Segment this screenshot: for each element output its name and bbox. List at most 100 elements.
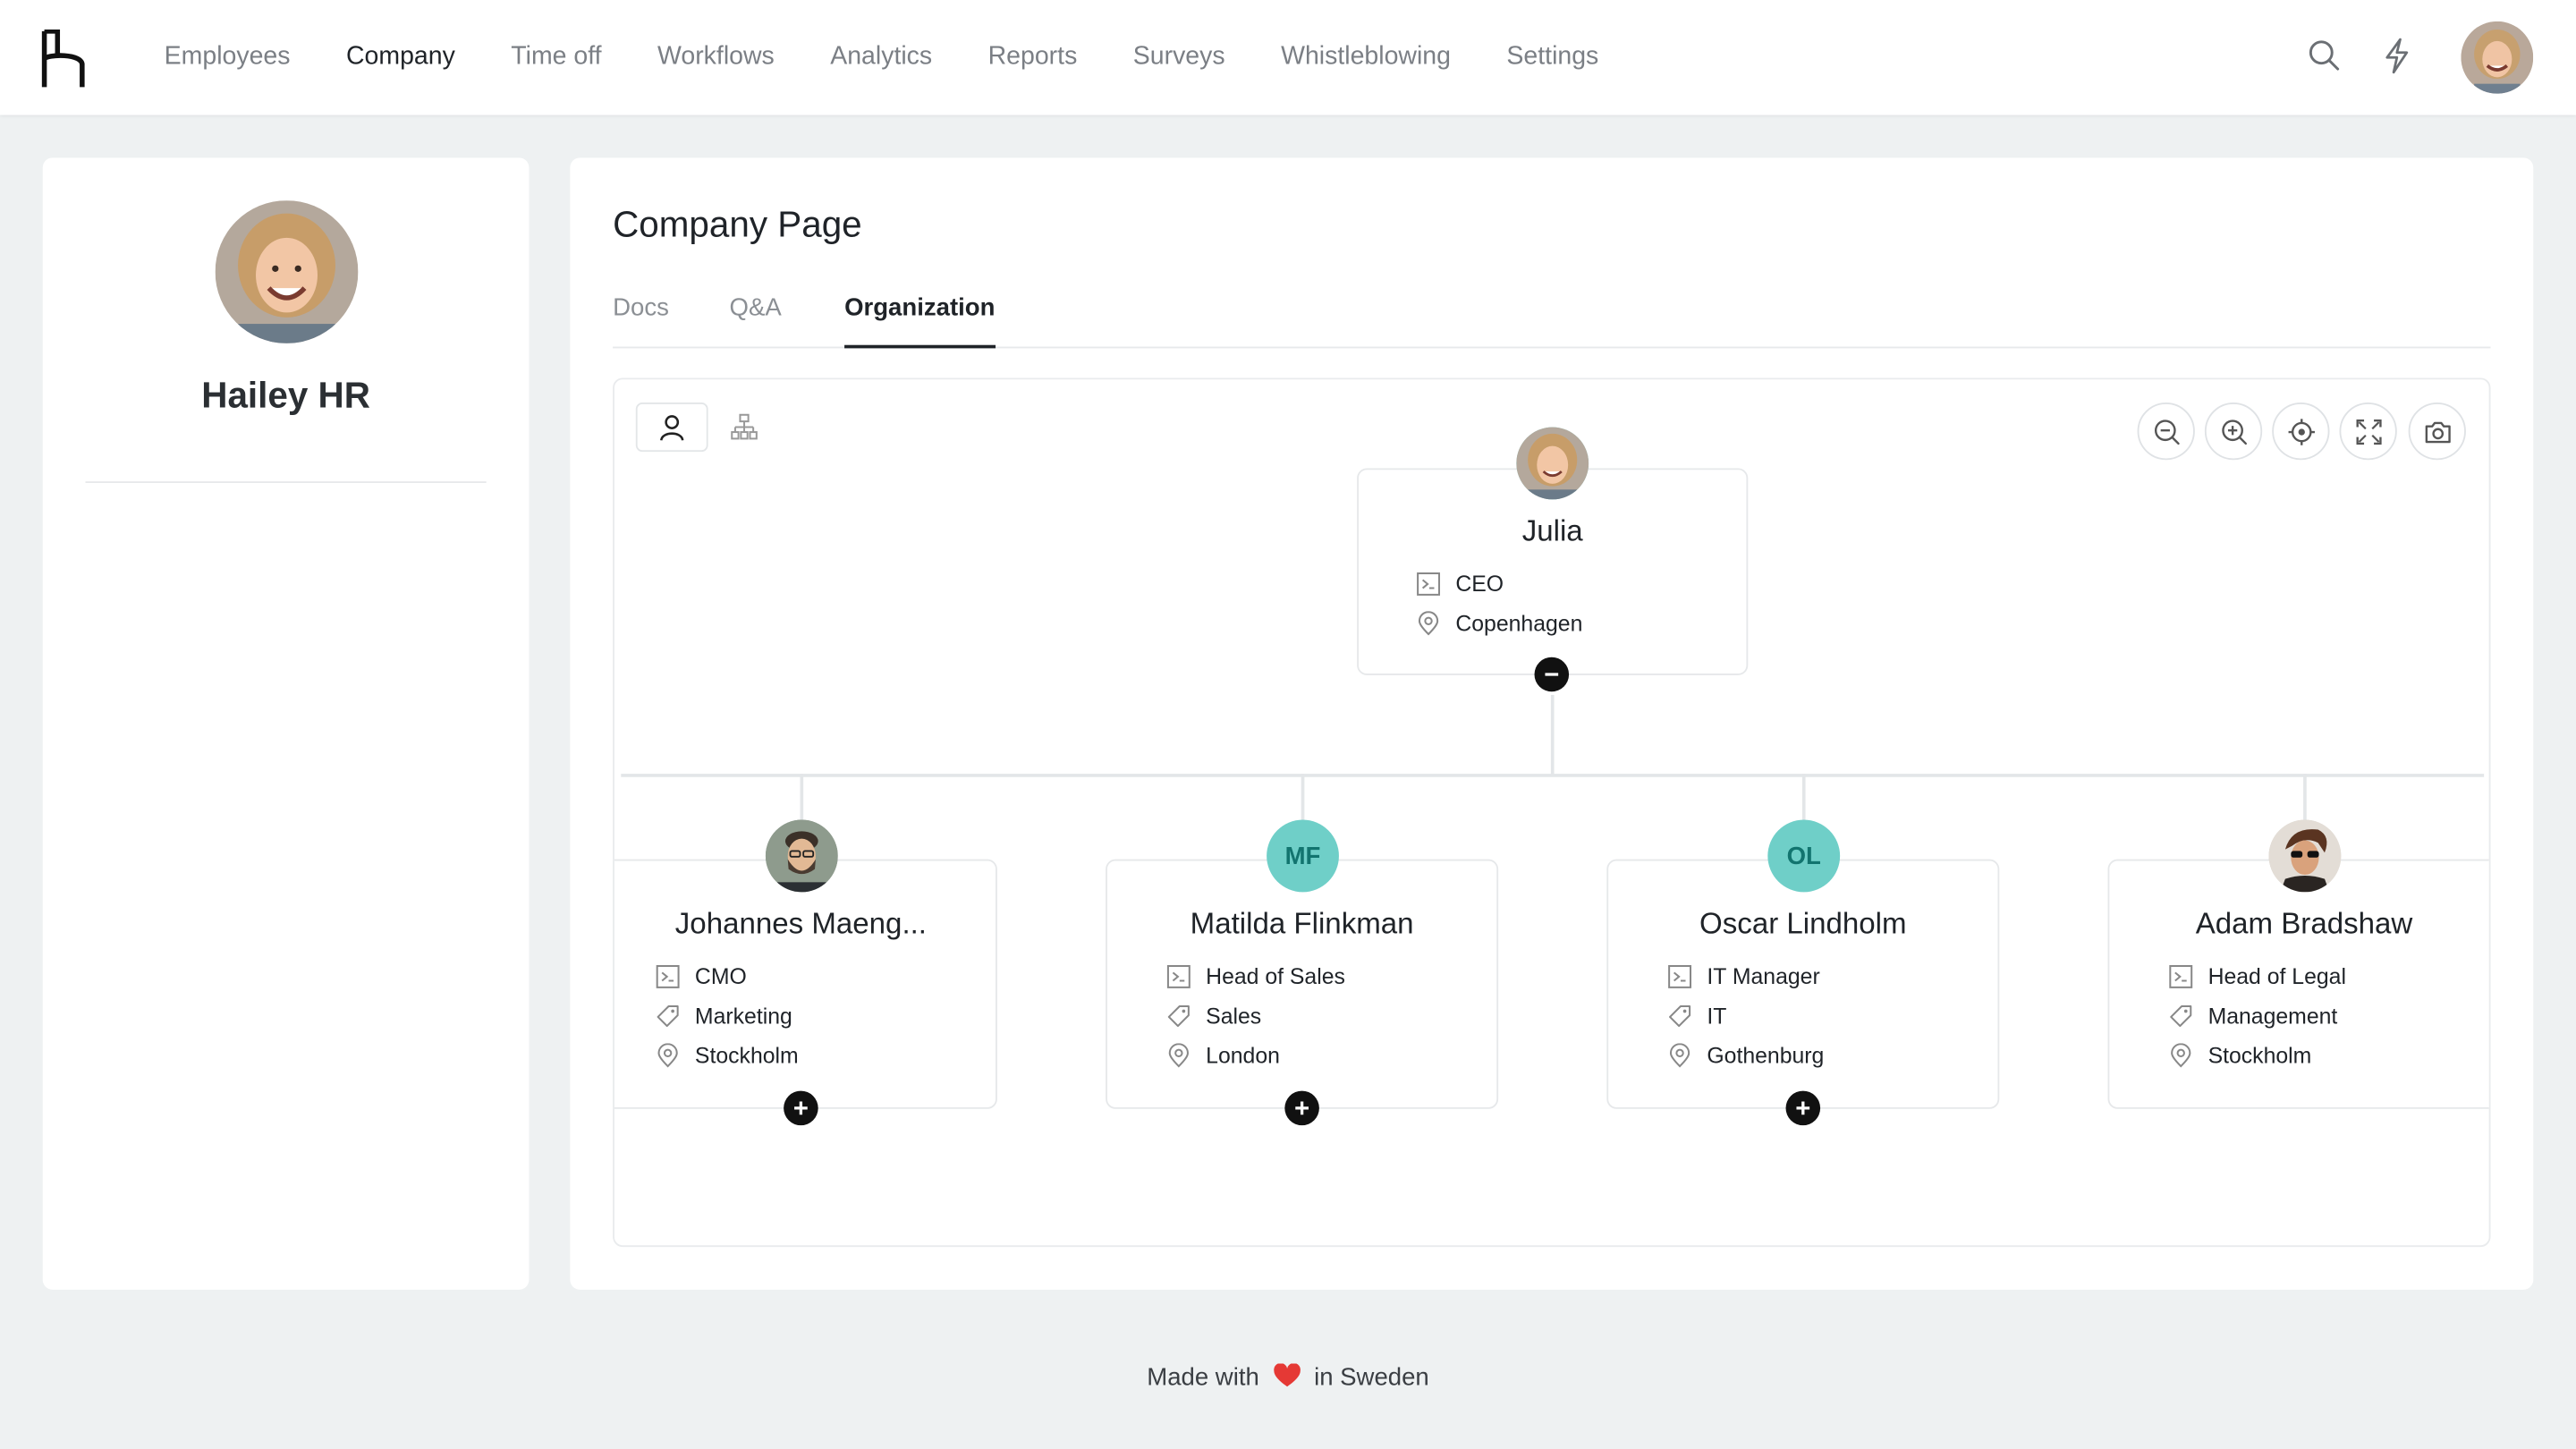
id-badge-icon [656,964,680,987]
footer-suffix: in Sweden [1314,1363,1429,1392]
plus-icon [1796,1101,1810,1115]
node-name: Julia [1521,513,1583,547]
screenshot-button[interactable] [2408,402,2466,461]
node-initials-avatar: MF [1267,819,1339,893]
org-node-child[interactable]: Oscar Lindholm IT Manager IT Gothenburg [1606,859,2000,1109]
camera-icon [2424,420,2450,443]
search-icon[interactable] [2305,36,2344,75]
node-title-row: Head of Legal [2168,961,2346,990]
node-avatar [1516,427,1589,500]
location-pin-icon [1669,1042,1690,1067]
node-avatar [765,819,838,893]
nav-surveys[interactable]: Surveys [1133,43,1225,72]
crosshair-icon [2287,418,2315,445]
node-name: Oscar Lindholm [1699,906,1907,940]
hierarchy-view-toggle[interactable] [708,402,781,452]
nav-reports[interactable]: Reports [988,43,1078,72]
page-tabs: Docs Q&A Organization [613,289,2491,349]
node-location: Stockholm [694,1042,799,1067]
tab-qa[interactable]: Q&A [730,294,782,349]
nav-workflows[interactable]: Workflows [657,43,775,72]
page-title: Company Page [613,203,862,245]
person-view-toggle[interactable] [635,402,708,453]
id-badge-icon [2169,964,2193,987]
nav-time-off[interactable]: Time off [511,43,601,72]
node-avatar [2268,819,2342,893]
node-department: IT [1707,1003,1727,1028]
org-node-child[interactable]: Matilda Flinkman Head of Sales Sales Lon… [1106,859,1499,1109]
plus-icon [794,1101,808,1115]
minus-icon [1545,673,1559,676]
profile-avatar [215,200,359,343]
node-title: Head of Sales [1206,963,1345,988]
location-pin-icon [1418,610,1439,635]
node-department: Marketing [694,1003,792,1028]
node-location: Gothenburg [1707,1042,1825,1067]
node-title: CMO [694,963,747,988]
fit-screen-icon [2355,419,2381,445]
zoom-out-button[interactable] [2137,402,2195,461]
node-location-row: Copenhagen [1416,608,1582,638]
expand-button[interactable] [784,1090,818,1126]
footer: Made with in Sweden [0,1363,2576,1392]
node-location: Stockholm [2207,1042,2312,1067]
center-button[interactable] [2272,402,2330,461]
node-title-row: CMO [656,961,747,990]
zoom-in-button[interactable] [2204,402,2263,461]
connector-line [1550,694,1554,775]
collapse-button[interactable] [1534,657,1570,692]
nav-employees[interactable]: Employees [165,43,291,72]
org-node-child[interactable]: Johannes Maeng... CMO Marketing Stockhol… [614,859,997,1109]
org-node-child[interactable]: Adam Bradshaw Head of Legal Management S… [2107,859,2489,1109]
node-title-row: CEO [1416,569,1504,598]
tab-docs[interactable]: Docs [613,294,669,349]
zoom-out-icon [2154,419,2179,445]
node-title: IT Manager [1707,963,1820,988]
tag-icon [657,1004,679,1027]
node-location-row: Gothenburg [1667,1040,1824,1070]
node-location-row: London [1166,1040,1280,1070]
location-pin-icon [657,1042,678,1067]
id-badge-icon [1417,572,1440,595]
node-title-row: IT Manager [1667,961,1820,990]
fit-screen-button[interactable] [2339,402,2397,461]
node-department-row: IT [1667,1001,1726,1030]
node-department-row: Sales [1166,1001,1261,1030]
company-logo[interactable] [39,30,89,89]
node-location: Copenhagen [1455,610,1583,635]
nav-company[interactable]: Company [346,43,455,72]
id-badge-icon [1166,964,1191,987]
tab-organization[interactable]: Organization [844,294,996,349]
org-chart[interactable]: Julia CEO Copenhagen Johannes Maeng... C… [613,377,2491,1248]
nav-analytics[interactable]: Analytics [830,43,932,72]
user-avatar[interactable] [2461,21,2534,94]
node-name: Matilda Flinkman [1190,906,1414,940]
expand-button[interactable] [1785,1090,1821,1126]
node-department: Sales [1206,1003,1262,1028]
top-navigation-bar: Employees Company Time off Workflows Ana… [0,0,2576,115]
nav-whistleblowing[interactable]: Whistleblowing [1281,43,1451,72]
lightning-icon[interactable] [2377,36,2417,75]
connector-line [621,774,2485,776]
tag-icon [1669,1004,1691,1027]
node-location-row: Stockholm [656,1040,799,1070]
plus-icon [1295,1101,1309,1115]
person-icon [660,415,684,441]
profile-divider [85,481,487,483]
company-page-card: Company Page Docs Q&A Organization Julia… [570,157,2534,1290]
profile-card: Hailey HR [42,157,530,1290]
node-location-row: Stockholm [2168,1040,2311,1070]
tag-icon [2170,1004,2192,1027]
tag-icon [1167,1004,1190,1027]
node-department-row: Management [2168,1001,2337,1030]
nav-settings[interactable]: Settings [1506,43,1598,72]
expand-button[interactable] [1284,1090,1319,1126]
node-title: CEO [1455,571,1504,596]
node-title: Head of Legal [2207,963,2346,988]
node-location: London [1206,1042,1280,1067]
main-nav: Employees Company Time off Workflows Ana… [165,0,1655,115]
id-badge-icon [1668,964,1692,987]
node-name: Adam Bradshaw [2195,906,2413,940]
node-name: Johannes Maeng... [674,906,928,940]
hierarchy-icon [731,413,758,440]
